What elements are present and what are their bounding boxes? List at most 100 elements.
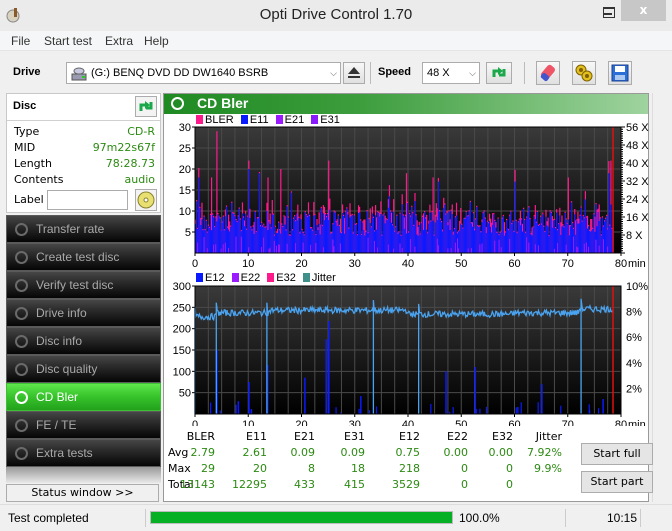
e21-bar (414, 246, 416, 253)
e21-bar (479, 244, 481, 253)
e11-bar (402, 215, 404, 253)
nav-extra-tests[interactable]: Extra tests (6, 439, 161, 467)
e11-bar (512, 221, 514, 253)
menu-bar: File Start test Extra Help (0, 31, 672, 51)
x-tick-label: 80 (615, 419, 627, 426)
e11-bar (421, 216, 424, 253)
vertical-scrollbar[interactable] (652, 93, 670, 502)
nav-create-test-disc[interactable]: Create test disc (6, 243, 161, 271)
title-bar: Opti Drive Control 1.70 x (0, 0, 672, 31)
e11-bar (554, 228, 557, 253)
nav-disc-quality[interactable]: Disc quality (6, 355, 161, 383)
settings-button[interactable] (572, 61, 596, 85)
nav-transfer-rate[interactable]: Transfer rate (6, 215, 161, 243)
e21-bar (263, 237, 265, 253)
nav-label: CD Bler (36, 390, 79, 404)
e11-bar (226, 227, 229, 253)
disc-mid-key: MID (14, 141, 36, 154)
c1-error-chart: 5 10 15 20 25 30 0 10 20 30 40 50 60 70 80 min 8 X 16 X 24… (179, 122, 650, 270)
speed-select[interactable]: 48 X ⌵ (422, 62, 480, 84)
x-tick-label: 10 (242, 419, 254, 426)
menu-extra[interactable]: Extra (105, 34, 133, 48)
save-button[interactable] (608, 61, 632, 85)
disc-quality-icon (15, 363, 28, 376)
refresh-disc-button[interactable] (135, 96, 157, 117)
e21-bar (268, 248, 270, 253)
nav-cd-bler[interactable]: CD Bler (6, 383, 161, 411)
e11-bar (351, 215, 353, 253)
panel-header: CD Bler (164, 94, 648, 114)
e11-bar (518, 219, 520, 253)
x-tick-label: 70 (562, 419, 574, 426)
e21-bar (373, 240, 376, 253)
e11-bar (441, 222, 443, 253)
e11-bar (443, 208, 445, 253)
e12-bar (597, 408, 600, 414)
e11-bar (385, 219, 387, 253)
e12-bar (219, 410, 221, 414)
e11-bar (370, 227, 372, 253)
e11-bar (230, 226, 232, 253)
e11-bar (216, 221, 218, 253)
e11-bar (378, 212, 380, 253)
e21-bar (500, 247, 502, 253)
erase-button[interactable] (536, 61, 560, 85)
start-part-button[interactable]: Start part (581, 471, 653, 493)
e11-bar (437, 181, 440, 253)
set-label-button[interactable] (135, 189, 157, 211)
e11-bar (377, 212, 379, 253)
nav-disc-info[interactable]: Disc info (6, 327, 161, 355)
disc-length-value: 78:28.73 (105, 157, 155, 170)
e21-bar (315, 242, 317, 253)
e11-bar (330, 233, 332, 253)
e21-bar (447, 248, 449, 253)
e11-bar (475, 219, 477, 253)
e11-bar (355, 224, 358, 253)
e21-bar (273, 240, 276, 253)
menu-start-test[interactable]: Start test (44, 34, 92, 48)
menu-help[interactable]: Help (144, 34, 169, 48)
refresh-speed-button[interactable] (486, 62, 512, 84)
e11-bar (540, 216, 542, 253)
x-tick-label: 50 (455, 419, 467, 426)
e11-bar (196, 201, 198, 253)
start-full-button[interactable]: Start full (581, 443, 653, 465)
nav-verify-test-disc[interactable]: Verify test disc (6, 271, 161, 299)
e21-bar (332, 239, 334, 253)
e11-bar (291, 230, 294, 253)
e11-bar (462, 228, 464, 253)
status-window-button[interactable]: Status window >> (6, 484, 159, 502)
e11-bar (527, 212, 529, 253)
e11-bar (593, 214, 595, 253)
e11-bar (533, 216, 535, 253)
e11-bar (448, 211, 450, 253)
e11-bar (474, 230, 476, 253)
e21-bar (498, 239, 500, 253)
label-input[interactable] (47, 190, 128, 210)
e11-bar (415, 215, 417, 253)
nav-drive-info[interactable]: Drive info (6, 299, 161, 327)
e11-bar (488, 221, 491, 253)
menu-file[interactable]: File (11, 34, 30, 48)
y2-tick-label: 56 X (626, 122, 649, 134)
disc-header: Disc (13, 100, 37, 112)
disc-info-icon (15, 335, 28, 348)
e21-bar (583, 243, 585, 253)
e11-bar (207, 225, 209, 253)
close-button[interactable]: x (621, 0, 666, 21)
e21-bar (436, 238, 438, 253)
maximize-button[interactable] (600, 0, 620, 21)
e11-bar (523, 208, 525, 253)
e21-bar (215, 244, 217, 253)
e12-bar (515, 407, 517, 414)
eject-button[interactable] (343, 62, 365, 84)
e11-bar (596, 226, 598, 253)
nav-fe-te[interactable]: FE / TE (6, 411, 161, 439)
e11-bar (469, 202, 471, 253)
stats-cell: 9.9% (534, 462, 562, 475)
e11-bar (492, 224, 494, 253)
drive-select[interactable]: (G:) BENQ DVD DD DW1640 BSRB ⌵ (66, 62, 341, 84)
e21-bar (577, 247, 579, 253)
speed-value: 48 X (427, 67, 450, 79)
y-tick-label: 20 (179, 164, 191, 176)
